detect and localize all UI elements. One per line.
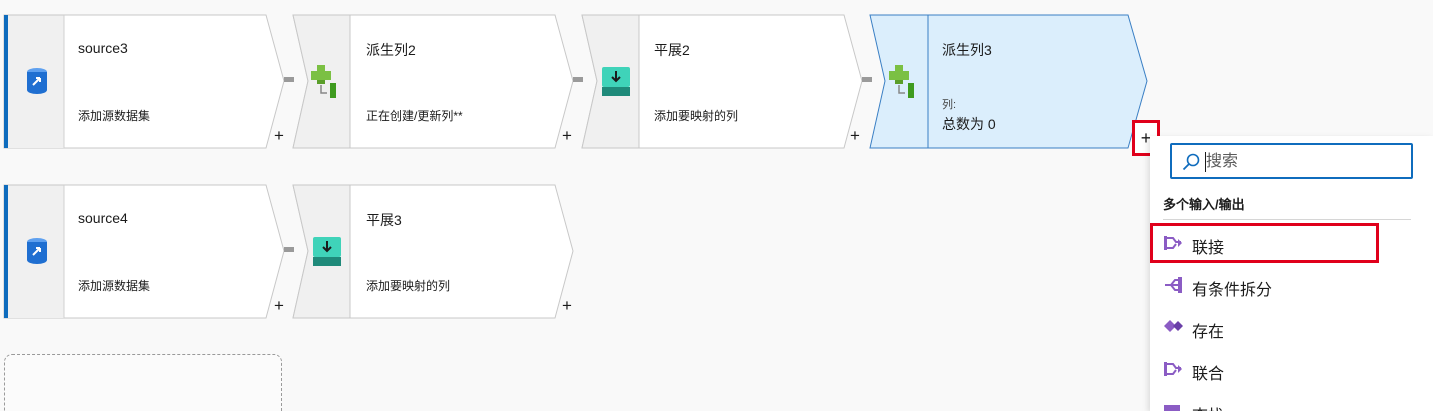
node-title: 平展3 bbox=[366, 212, 402, 228]
add-transform-button[interactable]: + bbox=[559, 127, 575, 144]
union-icon bbox=[1164, 361, 1182, 382]
exists-icon bbox=[1164, 319, 1184, 338]
search-icon bbox=[1182, 153, 1200, 176]
add-transform-button[interactable]: + bbox=[271, 127, 287, 144]
menu-item-label: 有条件拆分 bbox=[1192, 282, 1273, 299]
flatten2-node[interactable]: 平展2 添加要映射的列 + bbox=[581, 14, 863, 149]
menu-item-lookup[interactable]: 查找 bbox=[1150, 391, 1433, 411]
menu-item-union[interactable]: 联合 bbox=[1150, 349, 1433, 389]
node-subtitle: 添加源数据集 bbox=[78, 109, 151, 123]
node-title: source3 bbox=[78, 40, 128, 56]
node-title: 派生列3 bbox=[942, 42, 992, 58]
section-header: 多个输入/输出 bbox=[1163, 197, 1245, 212]
transform-menu: 多个输入/输出 联接 有条件拆分 bbox=[1150, 136, 1433, 411]
add-transform-button[interactable]: + bbox=[559, 297, 575, 314]
menu-item-join[interactable]: 联接 bbox=[1150, 223, 1379, 263]
add-transform-button[interactable]: + bbox=[271, 297, 287, 314]
data-flow-canvas[interactable]: source3 添加源数据集 + 派生列2 正在创建/更新列** + 平展2 添… bbox=[0, 0, 1433, 411]
menu-item-label: 联合 bbox=[1192, 366, 1225, 383]
join-icon bbox=[1164, 235, 1182, 256]
section-divider bbox=[1163, 219, 1411, 220]
flatten3-node[interactable]: 平展3 添加要映射的列 + bbox=[292, 184, 575, 319]
lookup-icon bbox=[1164, 403, 1182, 411]
node-title: 平展2 bbox=[654, 42, 690, 58]
menu-item-label: 存在 bbox=[1192, 324, 1225, 341]
columns-label: 列: bbox=[942, 99, 957, 111]
derived-column-icon bbox=[311, 65, 339, 104]
menu-item-exists[interactable]: 存在 bbox=[1150, 307, 1433, 347]
node-title: 派生列2 bbox=[366, 42, 416, 58]
node-subtitle: 添加要映射的列 bbox=[366, 279, 451, 293]
database-source-icon bbox=[26, 67, 48, 100]
node-subtitle: 正在创建/更新列** bbox=[366, 109, 463, 123]
node-title: source4 bbox=[78, 210, 128, 226]
source4-node[interactable]: source4 添加源数据集 + bbox=[3, 184, 287, 319]
search-input[interactable] bbox=[1206, 149, 1406, 175]
node-subtitle: 添加要映射的列 bbox=[654, 109, 739, 123]
derived-column3-node[interactable]: 派生列3 列: 总数为 0 bbox=[869, 14, 1152, 149]
derived-column-icon bbox=[889, 65, 917, 104]
search-box[interactable] bbox=[1170, 143, 1413, 179]
conditional-split-icon bbox=[1164, 277, 1182, 298]
node-subtitle: 添加源数据集 bbox=[78, 279, 151, 293]
column-count: 总数为 0 bbox=[942, 116, 996, 132]
menu-item-conditional-split[interactable]: 有条件拆分 bbox=[1150, 265, 1433, 305]
source3-node[interactable]: source3 添加源数据集 + bbox=[3, 14, 287, 149]
menu-item-label: 查找 bbox=[1192, 402, 1224, 411]
add-transform-button[interactable]: + bbox=[847, 127, 863, 144]
database-source-icon bbox=[26, 237, 48, 270]
derived-column2-node[interactable]: 派生列2 正在创建/更新列** + bbox=[292, 14, 575, 149]
flatten-icon bbox=[313, 237, 341, 272]
menu-item-label: 联接 bbox=[1192, 240, 1225, 257]
add-source-placeholder[interactable] bbox=[4, 354, 282, 411]
flatten-icon bbox=[602, 67, 630, 102]
